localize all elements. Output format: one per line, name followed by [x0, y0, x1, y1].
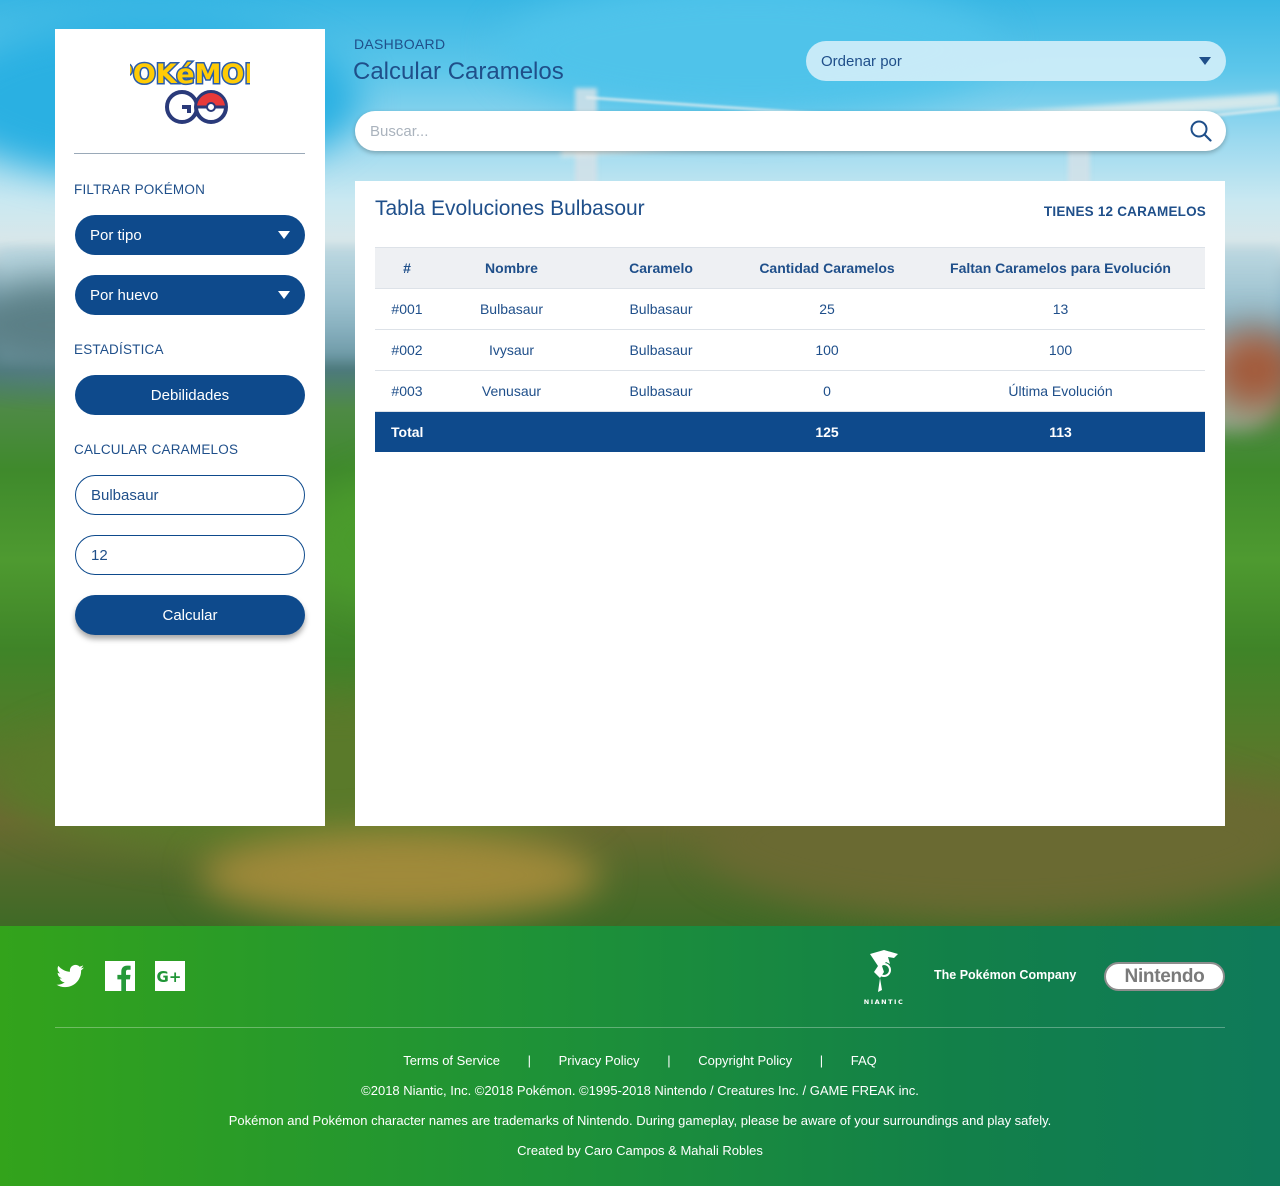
- link-separator: |: [667, 1053, 671, 1068]
- twitter-icon[interactable]: [55, 961, 85, 991]
- sidebar-divider: [74, 153, 305, 154]
- search-bar: [355, 111, 1226, 151]
- table-cell: 13: [916, 288, 1205, 330]
- footer: G+ NIANTIC The Pokémon Company Nintendo …: [0, 926, 1280, 1186]
- table-row: #002 Ivysaur Bulbasaur 100 100: [375, 329, 1205, 371]
- total-label: Total: [375, 411, 439, 452]
- table-cell: 100: [738, 329, 916, 371]
- table-cell: Última Evolución: [916, 370, 1205, 412]
- search-input[interactable]: [355, 111, 1175, 151]
- table-cell: #003: [375, 370, 439, 412]
- pokemon-name-input[interactable]: [75, 475, 305, 515]
- table-cell: [439, 411, 584, 452]
- credits-text: Created by Caro Campos & Mahali Robles: [517, 1143, 763, 1158]
- privacy-link[interactable]: Privacy Policy: [559, 1053, 640, 1068]
- chevron-down-icon: [1199, 57, 1211, 65]
- table-cell: Ivysaur: [439, 329, 584, 371]
- column-header: Nombre: [439, 247, 584, 289]
- chevron-down-icon: [278, 231, 290, 239]
- terms-link[interactable]: Terms of Service: [403, 1053, 500, 1068]
- footer-divider: [55, 1027, 1225, 1028]
- breadcrumb[interactable]: DASHBOARD: [354, 36, 445, 52]
- table-cell: Bulbasaur: [584, 288, 738, 330]
- table-cell: Venusaur: [439, 370, 584, 412]
- total-candies: 125: [738, 411, 916, 452]
- niantic-logo[interactable]: NIANTIC: [860, 948, 908, 1006]
- table-cell: Bulbasaur: [584, 370, 738, 412]
- table-cell: Bulbasaur: [439, 288, 584, 330]
- table-header-row: # Nombre Caramelo Cantidad Caramelos Fal…: [375, 247, 1205, 289]
- copyright-text: ©2018 Niantic, Inc. ©2018 Pokémon. ©1995…: [361, 1083, 919, 1098]
- candy-amount-input[interactable]: [75, 535, 305, 575]
- table-title: Tabla Evoluciones Bulbasour: [375, 197, 645, 220]
- link-separator: |: [527, 1053, 532, 1068]
- sidebar: POKéMON FILTRAR POKÉMON Por tipo Por hue…: [55, 29, 325, 826]
- candy-summary: TIENES 12 CARAMELOS: [1043, 204, 1206, 219]
- faq-link[interactable]: FAQ: [851, 1053, 877, 1068]
- pokemon-go-logo[interactable]: POKéMON: [112, 49, 268, 127]
- svg-text:NIANTIC: NIANTIC: [864, 998, 904, 1006]
- chevron-down-icon: [278, 291, 290, 299]
- table-row: #003 Venusaur Bulbasaur 0 Última Evoluci…: [375, 370, 1205, 412]
- column-header: Faltan Caramelos para Evolución: [916, 247, 1205, 289]
- filter-heading: FILTRAR POKÉMON: [74, 182, 206, 197]
- nintendo-logo[interactable]: Nintendo: [1104, 962, 1225, 991]
- column-header: Cantidad Caramelos: [738, 247, 916, 289]
- filter-egg-label: Por huevo: [90, 286, 159, 304]
- table-row: #001 Bulbasaur Bulbasaur 25 13: [375, 288, 1205, 330]
- calculate-button[interactable]: Calcular: [75, 595, 305, 635]
- stats-heading: ESTADÍSTICA: [74, 342, 164, 357]
- evolution-table: # Nombre Caramelo Cantidad Caramelos Fal…: [375, 247, 1205, 452]
- sort-select[interactable]: Ordenar por: [806, 41, 1226, 81]
- weakness-button[interactable]: Debilidades: [75, 375, 305, 415]
- column-header: Caramelo: [584, 247, 738, 289]
- footer-links: Terms of Service | Privacy Policy | Copy…: [0, 1053, 1280, 1068]
- trademark-text: Pokémon and Pokémon character names are …: [228, 1113, 1052, 1128]
- table-cell: #002: [375, 329, 439, 371]
- table-cell: 25: [738, 288, 916, 330]
- google-plus-icon[interactable]: G+: [155, 961, 185, 991]
- filter-type-label: Por tipo: [90, 226, 142, 244]
- total-missing: 113: [916, 411, 1205, 452]
- candy-heading: CALCULAR CARAMELOS: [74, 442, 239, 457]
- svg-text:POKéMON: POKéMON: [130, 59, 250, 90]
- table-cell: Bulbasaur: [584, 329, 738, 371]
- table-cell: 100: [916, 329, 1205, 371]
- column-header: #: [375, 247, 439, 289]
- filter-egg-select[interactable]: Por huevo: [75, 275, 305, 315]
- table-cell: 0: [738, 370, 916, 412]
- table-total-row: Total 125 113: [375, 411, 1205, 452]
- facebook-icon[interactable]: [105, 961, 135, 991]
- filter-type-select[interactable]: Por tipo: [75, 215, 305, 255]
- svg-text:G+: G+: [157, 968, 182, 986]
- evolution-panel: Tabla Evoluciones Bulbasour TIENES 12 CA…: [355, 181, 1225, 826]
- table-cell: #001: [375, 288, 439, 330]
- table-cell: [584, 411, 738, 452]
- page-title: Calcular Caramelos: [353, 58, 564, 85]
- copyright-link[interactable]: Copyright Policy: [698, 1053, 792, 1068]
- search-icon[interactable]: [1190, 120, 1212, 142]
- link-separator: |: [819, 1053, 824, 1068]
- pokemon-company-logo[interactable]: The Pokémon Company: [934, 968, 1076, 982]
- sort-label: Ordenar por: [821, 52, 902, 70]
